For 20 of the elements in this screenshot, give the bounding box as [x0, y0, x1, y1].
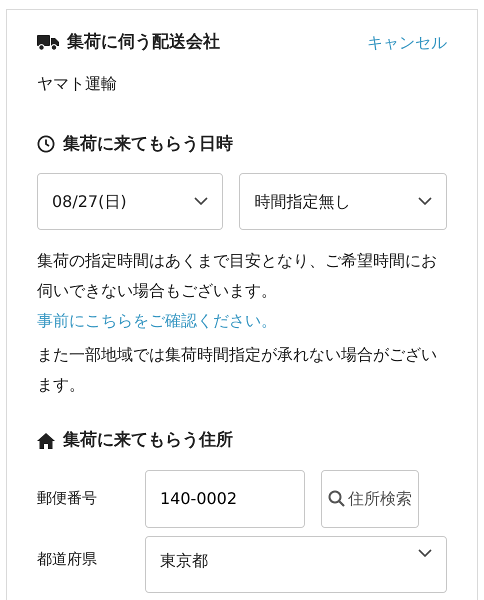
section-title: 集荷に伺う配送会社 [67, 31, 220, 54]
prefecture-select[interactable]: 東京都 [145, 536, 447, 592]
notice-text: また一部地域では集荷時間指定が承れない場合がございます。 [37, 344, 438, 396]
chevron-icon [418, 197, 432, 206]
select-field[interactable]: 時間指定無し [239, 173, 447, 230]
search-icon [328, 490, 345, 507]
field-label: 郵便番号 [37, 488, 98, 510]
chevron-icon [418, 548, 432, 558]
section-title: 集荷に来てもらう住所 [63, 429, 233, 452]
home-icon [37, 432, 55, 449]
select-field[interactable]: 08/27(日) [37, 173, 224, 230]
address-search-button[interactable]: 住所検索 [321, 470, 419, 528]
chevron-icon [194, 197, 208, 206]
carrier-name: ヤマト運輸 [37, 72, 118, 94]
notice-text: 集荷の指定時間はあくまで目安となり、ご希望時間にお伺いできない場合もございます。 [37, 250, 438, 302]
truck-icon [37, 34, 59, 52]
postal-code-field[interactable]: 140-0002 [145, 470, 305, 528]
section-title: 集荷に来てもらう日時 [63, 132, 233, 156]
field-label: 都道府県 [37, 548, 98, 570]
clock-icon [37, 135, 55, 154]
